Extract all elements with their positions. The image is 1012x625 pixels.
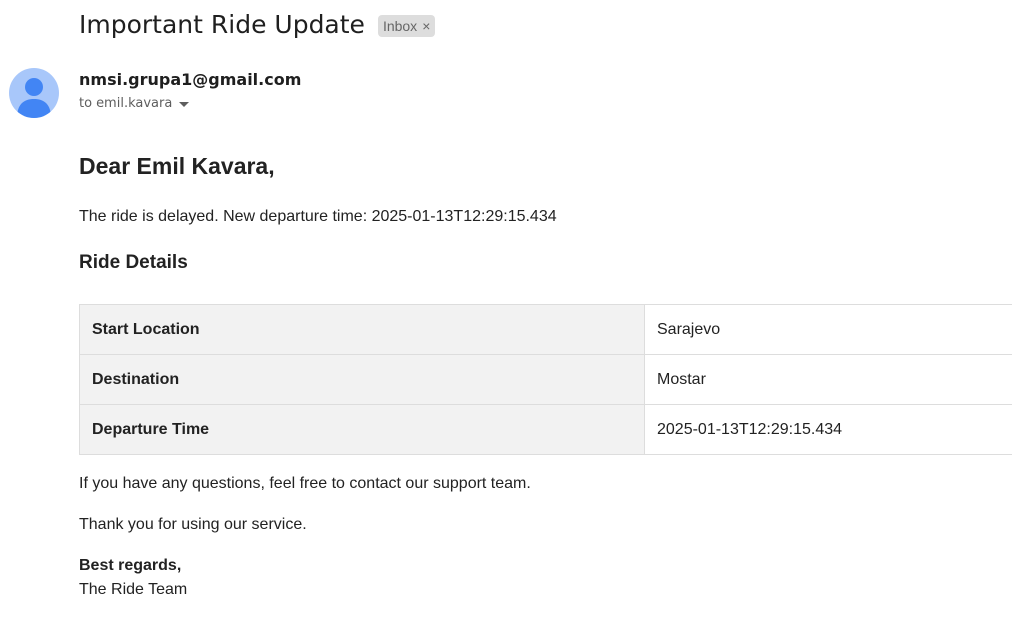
delay-notice: The ride is delayed. New departure time:… (79, 208, 557, 225)
ride-details-heading: Ride Details (79, 252, 188, 273)
support-note: If you have any questions, feel free to … (79, 475, 531, 492)
table-row: Start Location Sarajevo (79, 304, 1012, 355)
table-row: Departure Time 2025-01-13T12:29:15.434 (79, 404, 1012, 455)
recipient-name: emil.kavara (96, 96, 173, 111)
sender-avatar-icon[interactable] (9, 68, 59, 118)
ride-details-table: Start Location Sarajevo Destination Most… (79, 304, 1012, 455)
signature: The Ride Team (79, 581, 188, 598)
detail-key: Departure Time (79, 404, 645, 455)
detail-value: Mostar (644, 354, 1012, 405)
subject-row: Important Ride Update Inbox × (79, 8, 436, 42)
message-body: Dear Emil Kavara, The ride is delayed. N… (79, 150, 1012, 600)
caret-down-icon[interactable] (179, 102, 190, 107)
table-row: Destination Mostar (79, 354, 1012, 405)
email-view: Important Ride Update Inbox × nmsi.grupa… (0, 0, 1012, 625)
email-subject: Important Ride Update (79, 10, 365, 39)
detail-key: Start Location (79, 304, 645, 355)
inbox-label-chip[interactable]: Inbox × (377, 15, 436, 37)
to-prefix: to (79, 96, 93, 111)
detail-value: 2025-01-13T12:29:15.434 (644, 404, 1012, 455)
remove-label-icon[interactable]: × (422, 17, 430, 35)
greeting: Dear Emil Kavara, (79, 153, 275, 179)
recipient-row: to emil.kavara (79, 96, 190, 111)
detail-key: Destination (79, 354, 645, 405)
thanks-note: Thank you for using our service. (79, 516, 307, 533)
closing-regards: Best regards, (79, 557, 182, 574)
label-text: Inbox (382, 18, 418, 34)
sender-address[interactable]: nmsi.grupa1@gmail.com (79, 70, 301, 89)
detail-value: Sarajevo (644, 304, 1012, 355)
person-avatar-icon (9, 68, 59, 118)
